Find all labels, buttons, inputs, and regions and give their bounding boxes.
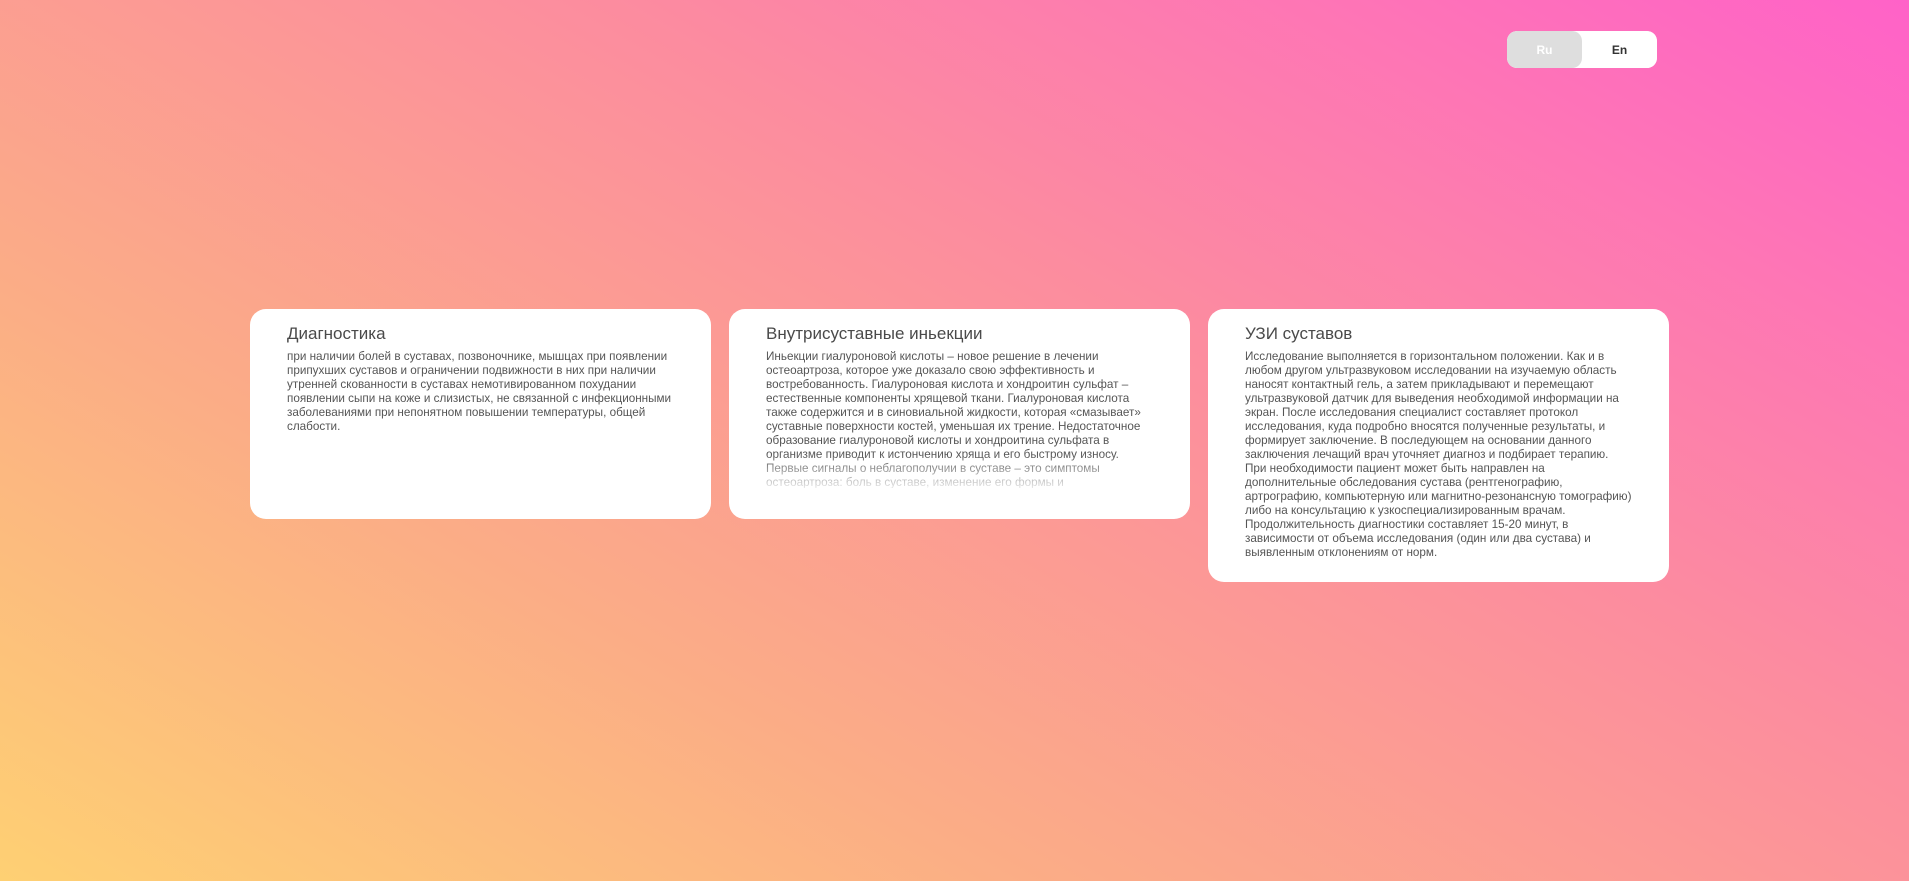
card-ultrasound[interactable]: УЗИ суставов Исследование выполняется в … xyxy=(1208,309,1669,583)
card-diagnostics[interactable]: Диагностика при наличии болей в суставах… xyxy=(250,309,711,519)
card-injections[interactable]: Внутрисуставные иньекции Иньекции гиалур… xyxy=(729,309,1190,519)
card-title: Диагностика xyxy=(287,324,386,343)
card-text: Иньекции гиалуроновой кислоты – новое ре… xyxy=(766,350,1141,489)
card-text-fade: Иньекции гиалуроновой кислоты – новое ре… xyxy=(766,350,1154,489)
card-text: Исследование выполняется в горизонтально… xyxy=(1245,350,1632,560)
language-switch: Ru En xyxy=(1507,31,1657,68)
card-title: Внутрисуставные иньекции xyxy=(766,324,983,343)
services-cards: Диагностика при наличии болей в суставах… xyxy=(250,309,1669,583)
lang-ru-button[interactable]: Ru xyxy=(1507,31,1582,68)
card-title: УЗИ суставов xyxy=(1245,324,1353,343)
card-text: при наличии болей в суставах, позвоночни… xyxy=(287,350,672,434)
lang-en-button[interactable]: En xyxy=(1582,31,1657,68)
